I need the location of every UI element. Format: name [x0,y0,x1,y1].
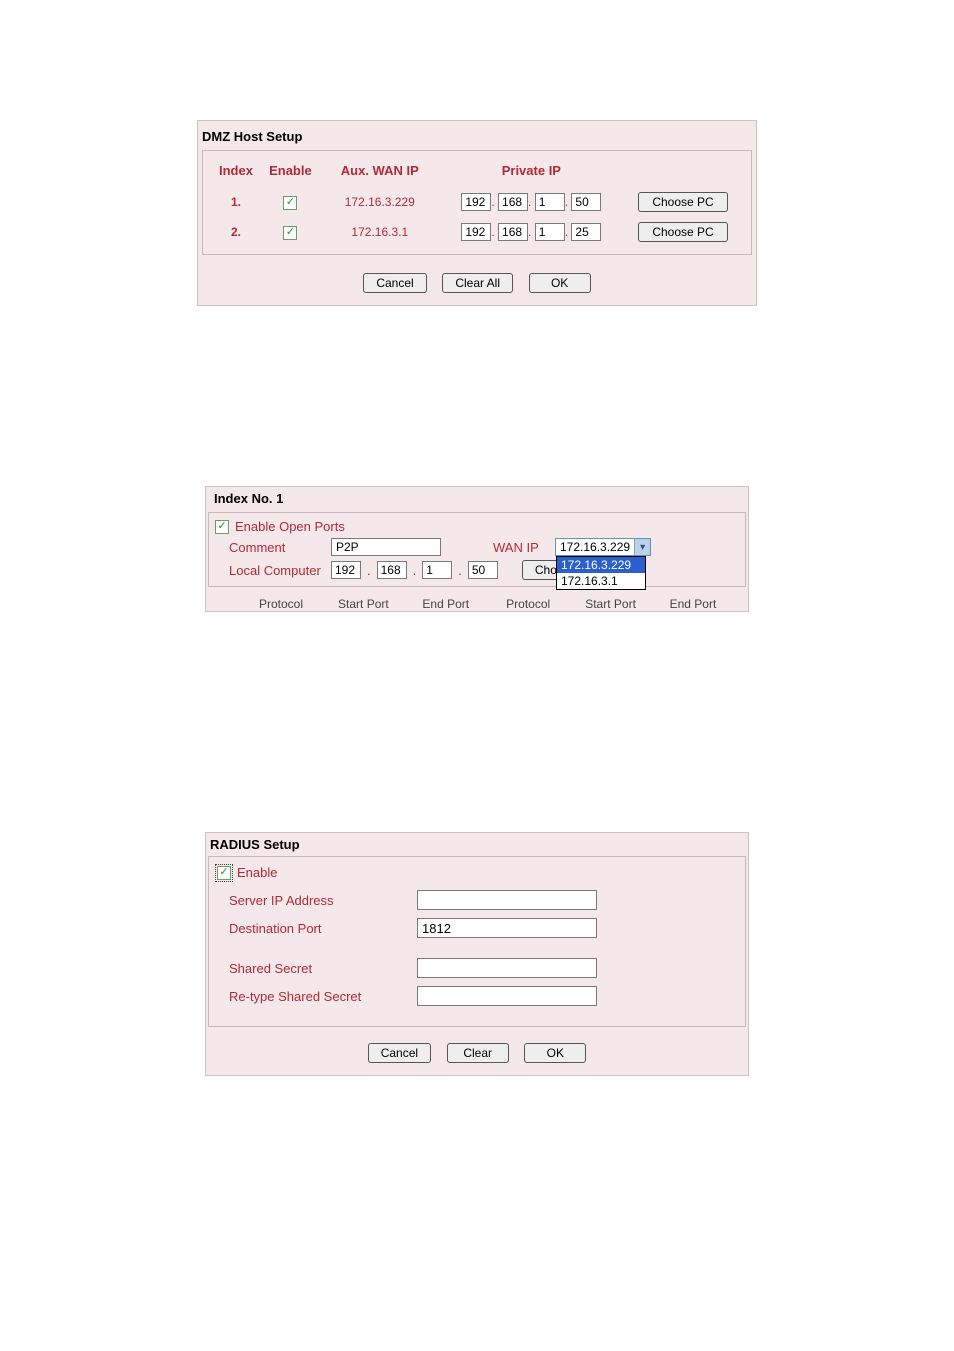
protocol-header: Protocol [246,597,316,611]
ip-octet-input[interactable] [571,223,601,241]
destination-port-label: Destination Port [217,921,417,936]
server-ip-label: Server IP Address [217,893,417,908]
chevron-down-icon: ▾ [634,539,650,555]
wanip-selected-value: 172.16.3.229 [556,539,634,555]
ip-octet-input[interactable] [461,193,491,211]
dmz-row: 1. ✓ 172.16.3.229 . . . Choose PC [211,188,743,216]
comment-label: Comment [215,540,325,555]
ip-octet-input[interactable] [331,561,361,579]
shared-secret-row: Shared Secret [217,954,737,982]
choose-pc-button[interactable]: Choose PC [638,192,728,212]
dmz-auxwan-value: 172.16.3.1 [320,218,440,246]
dmz-inner: Index Enable Aux. WAN IP Private IP 1. ✓… [202,150,752,255]
dmz-actions: Cancel Clear All OK [198,259,756,305]
dmz-col-enable: Enable [263,159,318,186]
dmz-row-index: 2. [211,218,261,246]
endport-header: End Port [658,597,728,611]
shared-secret-input[interactable] [417,958,597,978]
port-header-row: Protocol Start Port End Port Protocol St… [206,589,748,611]
ip-octet-input[interactable] [535,193,565,211]
comment-input[interactable] [331,538,441,556]
wanip-dropdown: 172.16.3.229 172.16.3.1 [556,556,646,590]
comment-row: Comment WAN IP 172.16.3.229 ▾ 172.16.3.2… [215,536,739,558]
dmz-auxwan-value: 172.16.3.229 [320,188,440,216]
ip-octet-input[interactable] [377,561,407,579]
dmz-title: DMZ Host Setup [198,121,756,148]
ip-octet-input[interactable] [535,223,565,241]
destination-port-row: Destination Port [217,914,737,942]
ok-button[interactable]: OK [524,1043,586,1063]
radius-enable-row: ✓ Enable [217,863,737,886]
retype-shared-secret-input[interactable] [417,986,597,1006]
dmz-row: 2. ✓ 172.16.3.1 . . . Choose PC [211,218,743,246]
ip-octet-input[interactable] [571,193,601,211]
dmz-private-ip-group: . . . [442,218,621,246]
ip-octet-input[interactable] [498,223,528,241]
wanip-select[interactable]: 172.16.3.229 ▾ 172.16.3.229 172.16.3.1 [555,538,651,556]
dmz-enable-checkbox[interactable]: ✓ [283,226,297,240]
protocol-header: Protocol [493,597,563,611]
clear-button[interactable]: Clear [447,1043,509,1063]
startport-header: Start Port [328,597,398,611]
radius-enable-label: Enable [237,865,277,880]
dmz-enable-checkbox[interactable]: ✓ [283,196,297,210]
radius-enable-checkbox[interactable]: ✓ [217,866,231,880]
dmz-col-auxwan: Aux. WAN IP [320,159,440,186]
radius-actions: Cancel Clear OK [206,1029,748,1075]
wanip-option[interactable]: 172.16.3.229 [557,557,645,573]
server-ip-input[interactable] [417,890,597,910]
dmz-row-index: 1. [211,188,261,216]
dmz-panel: DMZ Host Setup Index Enable Aux. WAN IP … [197,120,757,306]
retype-shared-secret-label: Re-type Shared Secret [217,989,417,1004]
enable-openports-checkbox[interactable]: ✓ [215,520,229,534]
startport-header: Start Port [576,597,646,611]
openports-title: Index No. 1 [206,487,748,510]
ip-octet-input[interactable] [461,223,491,241]
local-computer-label: Local Computer [215,563,325,578]
openports-body: ✓ Enable Open Ports Comment WAN IP 172.1… [208,512,746,587]
destination-port-input[interactable] [417,918,597,938]
ok-button[interactable]: OK [529,273,591,293]
clear-all-button[interactable]: Clear All [442,273,513,293]
ip-octet-input[interactable] [422,561,452,579]
retype-shared-secret-row: Re-type Shared Secret [217,982,737,1010]
cancel-button[interactable]: Cancel [363,273,426,293]
wanip-option[interactable]: 172.16.3.1 [557,573,645,589]
ip-octet-input[interactable] [498,193,528,211]
endport-header: End Port [411,597,481,611]
choose-pc-button[interactable]: Choose PC [638,222,728,242]
server-ip-row: Server IP Address [217,886,737,914]
dmz-private-ip-group: . . . [442,188,621,216]
radius-body: ✓ Enable Server IP Address Destination P… [208,856,746,1027]
ip-octet-input[interactable] [468,561,498,579]
openports-enable-row: ✓ Enable Open Ports [215,517,739,536]
dmz-col-private: Private IP [442,159,621,186]
wanip-label: WAN IP [493,540,549,555]
radius-title: RADIUS Setup [206,833,748,856]
enable-openports-label: Enable Open Ports [235,519,345,534]
radius-panel: RADIUS Setup ✓ Enable Server IP Address … [205,832,749,1076]
dmz-col-index: Index [211,159,261,186]
shared-secret-label: Shared Secret [217,961,417,976]
openports-panel: Index No. 1 ✓ Enable Open Ports Comment … [205,486,749,612]
localcomputer-row: Local Computer . . . Choose IP [215,558,739,582]
cancel-button[interactable]: Cancel [368,1043,431,1063]
